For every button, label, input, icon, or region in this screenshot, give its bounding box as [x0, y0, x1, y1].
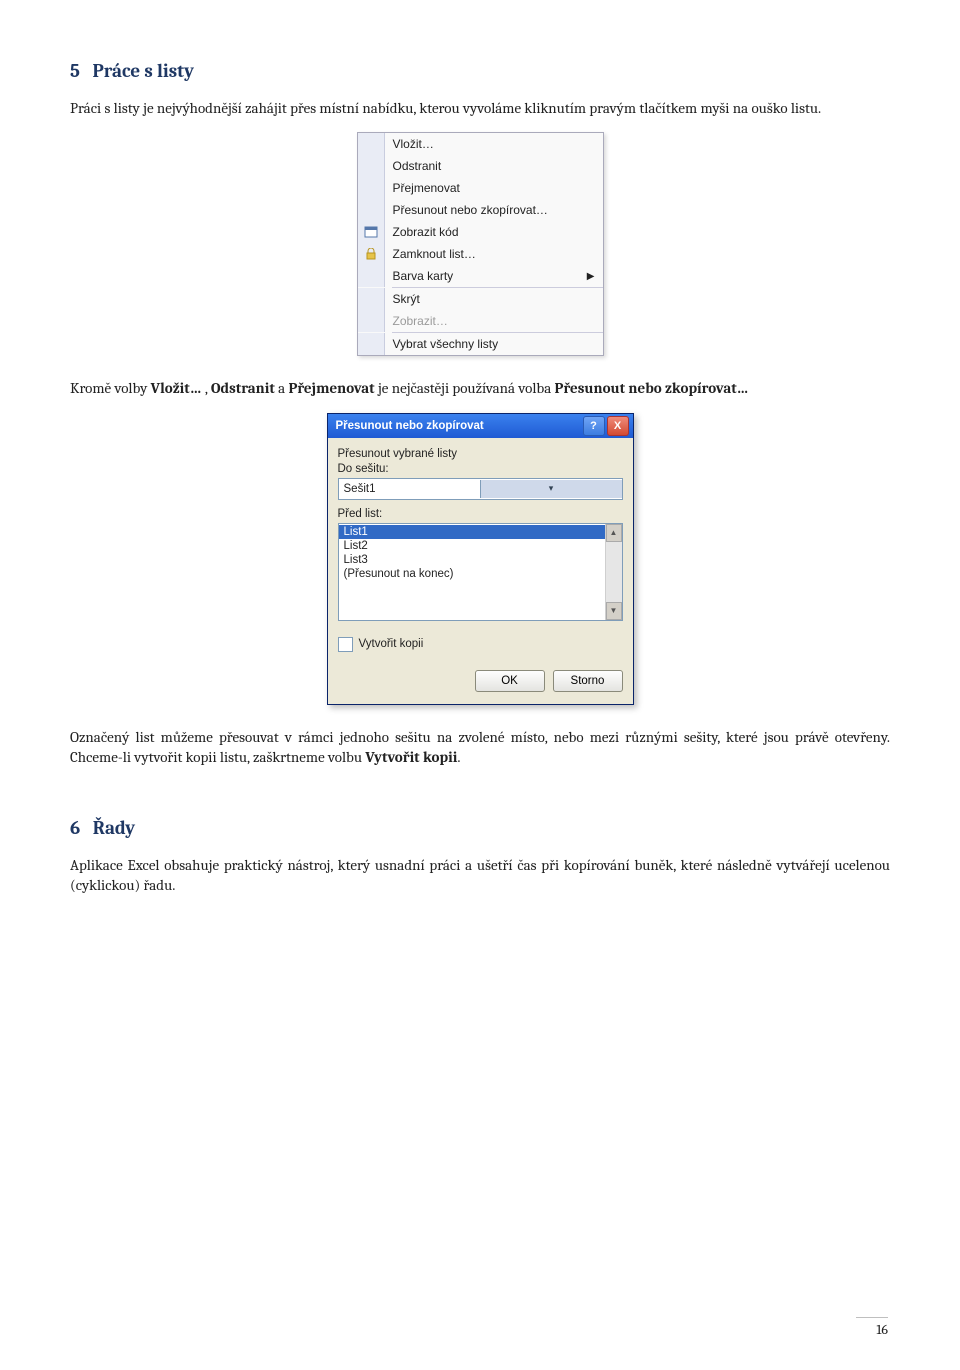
- menu-item-presunout[interactable]: Přesunout nebo zkopírovat…: [358, 199, 603, 221]
- lock-icon: [358, 243, 385, 265]
- menu-item-barva[interactable]: Barva karty ▶: [358, 265, 603, 287]
- close-button[interactable]: X: [607, 416, 629, 436]
- menu-label: Vložit…: [393, 137, 434, 151]
- menu-icon-empty: [358, 288, 385, 310]
- menu-item-skryt[interactable]: Skrýt: [358, 288, 603, 310]
- paragraph-after-dialog: Označený list můžeme přesouvat v rámci j…: [70, 727, 890, 768]
- page-number: 16: [856, 1317, 888, 1338]
- intro-paragraph: Práci s listy je nejvýhodnější zahájit p…: [70, 98, 890, 118]
- menu-icon-empty: [358, 265, 385, 287]
- section-title: Práce s listy: [92, 60, 194, 82]
- menu-item-zobrazit: Zobrazit…: [358, 310, 603, 332]
- bold-text: Přejmenovat: [288, 379, 374, 397]
- menu-icon-empty: [358, 199, 385, 221]
- combo-value: Sešit1: [339, 483, 480, 495]
- menu-icon-empty: [358, 177, 385, 199]
- dialog-buttons: OK Storno: [338, 670, 623, 692]
- checkbox-icon[interactable]: [338, 637, 353, 652]
- scroll-down-icon[interactable]: ▼: [606, 602, 622, 620]
- scroll-up-icon[interactable]: ▲: [606, 524, 622, 542]
- label-to-book: Do sešitu:: [338, 463, 623, 475]
- menu-label: Zamknout list…: [393, 247, 476, 261]
- text: .: [457, 748, 460, 766]
- context-menu: Vložit… Odstranit Přejmenovat Přesunout …: [357, 132, 604, 356]
- section-title: Řady: [93, 817, 135, 839]
- menu-item-vlozit[interactable]: Vložit…: [358, 133, 603, 155]
- dialog-title: Přesunout nebo zkopírovat: [336, 420, 581, 432]
- paragraph-vlozit: Kromě volby Vložit… , Odstranit a Přejme…: [70, 378, 890, 398]
- scroll-track[interactable]: [606, 542, 622, 602]
- menu-label: Odstranit: [393, 159, 442, 173]
- dropdown-arrow-icon[interactable]: ▾: [480, 480, 622, 498]
- section-number: 5: [70, 60, 80, 82]
- text: Kromě volby: [70, 379, 151, 397]
- code-icon: [358, 221, 385, 243]
- menu-label: Skrýt: [393, 292, 420, 306]
- list-item[interactable]: List3: [339, 553, 605, 567]
- menu-icon-empty: [358, 310, 385, 332]
- menu-label: Vybrat všechny listy: [393, 337, 499, 351]
- help-button[interactable]: ?: [583, 416, 605, 436]
- menu-item-odstranit[interactable]: Odstranit: [358, 155, 603, 177]
- section-heading-6: 6 Řady: [70, 817, 890, 839]
- menu-label: Zobrazit kód: [393, 225, 459, 239]
- bold-text: Odstranit: [211, 379, 275, 397]
- section-heading-5: 5 Práce s listy: [70, 60, 890, 82]
- text: Označený list můžeme přesouvat v rámci j…: [70, 728, 890, 766]
- menu-item-prejmenovat[interactable]: Přejmenovat: [358, 177, 603, 199]
- section6-paragraph: Aplikace Excel obsahuje praktický nástro…: [70, 855, 890, 896]
- ok-button[interactable]: OK: [475, 670, 545, 692]
- menu-label: Přejmenovat: [393, 181, 460, 195]
- menu-label: Přesunout nebo zkopírovat…: [393, 203, 548, 217]
- menu-icon-empty: [358, 155, 385, 177]
- bold-text: Vytvořit kopii: [365, 748, 457, 766]
- label-before-sheet: Před list:: [338, 508, 623, 520]
- list-item[interactable]: List2: [339, 539, 605, 553]
- scrollbar[interactable]: ▲ ▼: [605, 524, 622, 620]
- bold-text: Přesunout nebo zkopírovat…: [555, 379, 749, 397]
- book-combo[interactable]: Sešit1 ▾: [338, 478, 623, 500]
- cancel-button[interactable]: Storno: [553, 670, 623, 692]
- menu-label: Barva karty: [393, 269, 454, 283]
- bold-text: Vložit…: [151, 379, 202, 397]
- text: je nejčastěji používaná volba: [375, 379, 555, 397]
- listbox-items: List1 List2 List3 (Přesunout na konec): [339, 524, 605, 620]
- text: ,: [202, 379, 211, 397]
- label-move-selected: Přesunout vybrané listy: [338, 448, 623, 460]
- menu-item-zamknout[interactable]: Zamknout list…: [358, 243, 603, 265]
- dialog-titlebar: Přesunout nebo zkopírovat ? X: [328, 414, 633, 438]
- dialog-body: Přesunout vybrané listy Do sešitu: Sešit…: [328, 438, 633, 704]
- create-copy-row[interactable]: Vytvořit kopii: [338, 637, 623, 652]
- checkbox-label: Vytvořit kopii: [359, 638, 424, 650]
- menu-icon-empty: [358, 133, 385, 155]
- menu-label: Zobrazit…: [393, 314, 448, 328]
- menu-item-zobrazit-kod[interactable]: Zobrazit kód: [358, 221, 603, 243]
- list-item[interactable]: List1: [339, 525, 605, 539]
- move-copy-dialog: Přesunout nebo zkopírovat ? X Přesunout …: [327, 413, 634, 705]
- list-item[interactable]: (Přesunout na konec): [339, 567, 605, 581]
- submenu-arrow-icon: ▶: [587, 271, 595, 282]
- menu-icon-empty: [358, 333, 385, 355]
- text: a: [275, 379, 289, 397]
- menu-item-vybrat[interactable]: Vybrat všechny listy: [358, 333, 603, 355]
- section-number: 6: [70, 817, 80, 839]
- sheet-listbox[interactable]: List1 List2 List3 (Přesunout na konec) ▲…: [338, 523, 623, 621]
